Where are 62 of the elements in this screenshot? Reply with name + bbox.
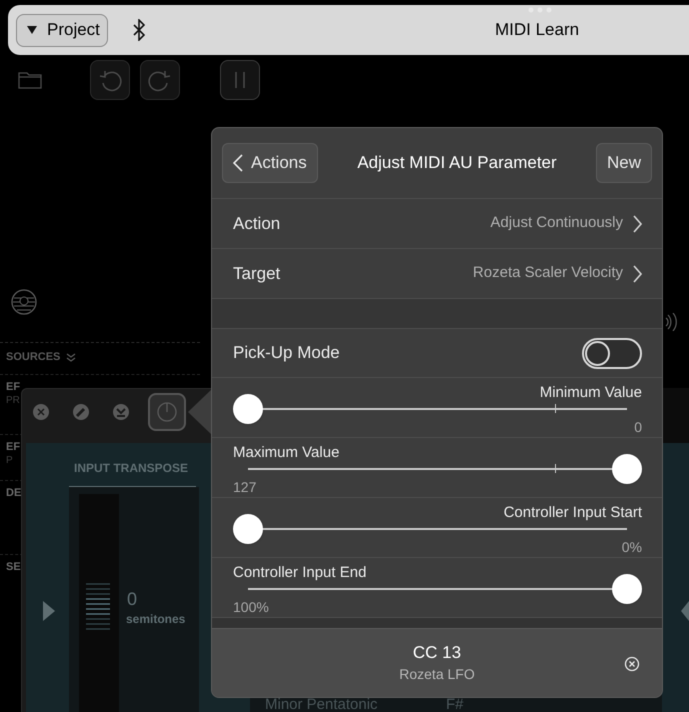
sidebar-subtitle: P	[6, 454, 14, 468]
redo-button[interactable]	[140, 60, 180, 100]
slider-value: 0%	[622, 538, 642, 556]
table-cell-text: Minor Pentatonic	[265, 695, 378, 712]
power-icon	[156, 401, 178, 423]
bluetooth-icon[interactable]	[133, 19, 145, 41]
close-button[interactable]	[31, 402, 51, 422]
triangle-icon	[27, 26, 37, 34]
value-label: 0	[127, 588, 138, 611]
fader-track[interactable]	[79, 494, 119, 712]
pause-icon	[234, 71, 246, 89]
toggle-switch[interactable]	[582, 338, 642, 368]
panel-title: INPUT TRANSPOSE	[74, 460, 188, 477]
slider-label: Controller Input Start	[504, 504, 642, 522]
slider-value: 127	[233, 478, 256, 496]
new-button[interactable]: New	[596, 143, 652, 183]
table-cell-text: F#	[446, 695, 464, 712]
chevron-icon	[233, 154, 243, 172]
sidebar-item[interactable]: EF	[6, 380, 20, 394]
slider-label: Minimum Value	[540, 384, 642, 402]
redo-icon	[148, 68, 172, 92]
chevron-icon	[633, 214, 642, 232]
sidebar-subtitle: PR	[6, 394, 20, 408]
chevron-icon[interactable]	[66, 352, 76, 362]
slider-label: Maximum Value	[233, 444, 340, 462]
setting-label: Pick-Up Mode	[233, 342, 340, 364]
slider-thumb[interactable]	[612, 454, 642, 484]
undo-icon	[98, 68, 122, 92]
source-subtitle: Rozeta LFO	[399, 665, 475, 684]
download-icon	[112, 403, 130, 421]
download-button[interactable]	[111, 402, 131, 422]
undo-button[interactable]	[90, 60, 130, 100]
remove-button[interactable]	[624, 656, 640, 672]
unit-label: semitones	[126, 611, 186, 628]
slider-thumb[interactable]	[612, 574, 642, 604]
tick-mark	[554, 464, 556, 473]
sidebar-item[interactable]: EF	[6, 440, 20, 454]
close-icon	[32, 403, 50, 421]
folder-icon[interactable]	[18, 71, 42, 89]
section-label: SOURCES	[6, 350, 60, 365]
source-title: CC 13	[412, 642, 462, 664]
slider-thumb[interactable]	[233, 514, 263, 544]
play-icon[interactable]	[43, 601, 55, 621]
project-button[interactable]: Project	[16, 14, 108, 46]
chevron-icon	[633, 264, 642, 282]
window-title: MIDI Learn	[495, 19, 580, 42]
close-icon	[624, 656, 640, 672]
back-button[interactable]: Actions	[222, 143, 318, 183]
edit-icon	[72, 403, 90, 421]
tick-mark	[554, 404, 556, 413]
edit-button[interactable]	[71, 402, 91, 422]
play-icon[interactable]	[681, 601, 689, 621]
sidebar-item[interactable]: DE	[6, 486, 22, 500]
disc-icon[interactable]	[11, 289, 37, 315]
sidebar-item[interactable]: SE	[6, 560, 21, 574]
slider-value: 100%	[233, 598, 269, 616]
slider-thumb[interactable]	[233, 394, 263, 424]
popover-title: Adjust MIDI AU Parameter	[356, 152, 558, 174]
slider-value: 0	[634, 418, 642, 436]
pause-button[interactable]	[220, 60, 260, 100]
slider-label: Controller Input End	[233, 564, 366, 582]
power-button[interactable]	[148, 393, 186, 431]
